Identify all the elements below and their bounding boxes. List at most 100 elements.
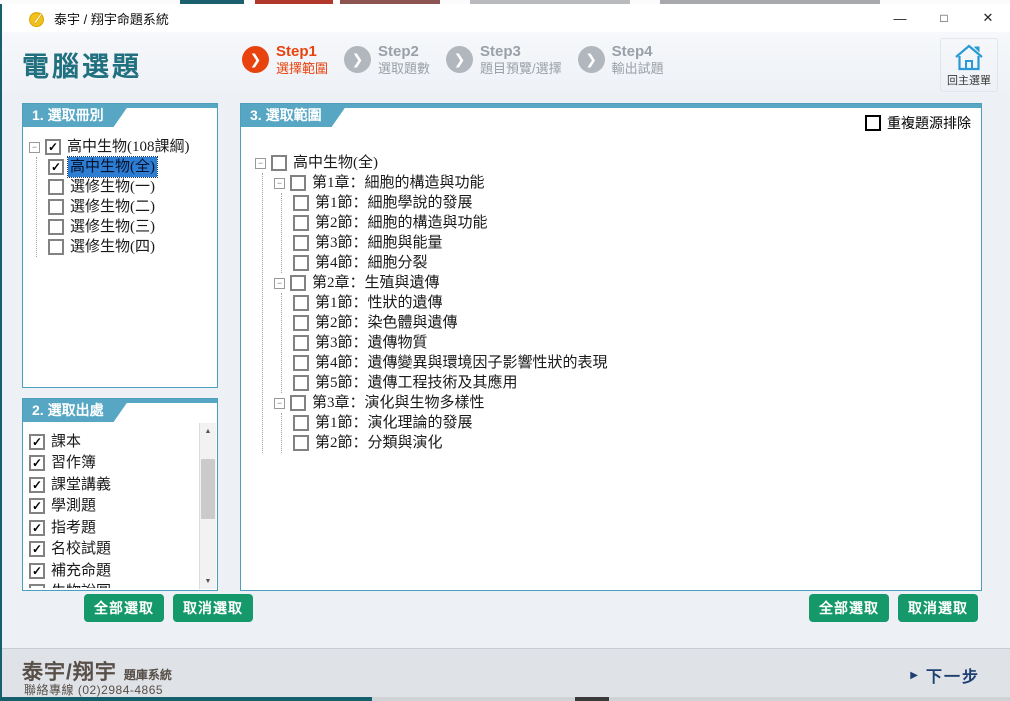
item-checkbox[interactable]: ✓ [29,520,45,536]
tree-item-label[interactable]: 第2節：染色體與遺傳 [313,313,460,333]
item-checkbox[interactable] [293,335,309,351]
item-checkbox[interactable] [293,375,309,391]
item-checkbox[interactable] [290,275,306,291]
scroll-thumb[interactable] [201,459,215,519]
tree-item-label[interactable]: 習作簿 [49,453,98,473]
item-checkbox[interactable]: ✓ [29,584,45,588]
close-button[interactable]: ✕ [966,4,1010,32]
step-step2[interactable]: ❯Step2選取題數 [344,43,430,77]
tree-item-label[interactable]: 選修生物(二) [68,197,157,217]
source-list: ✓課本✓習作簿✓課堂講義✓學測題✓指考題✓名校試題✓補充命題✓生物說圖 [23,422,217,588]
next-label: 下一步 [926,663,980,687]
dedupe-option: 重複題源排除 [865,113,971,133]
step-step3[interactable]: ❯Step3題目預覽/選擇 [446,43,562,77]
item-checkbox[interactable] [48,239,64,255]
next-step-button[interactable]: ▶ 下一步 [910,663,980,687]
item-checkbox[interactable]: ✓ [29,498,45,514]
home-button[interactable]: 回主選單 [940,38,998,92]
tree-item-label[interactable]: 補充命題 [49,561,113,581]
select-all-sources-button[interactable]: 全部選取 [84,594,164,622]
tree-item-label[interactable]: 指考題 [49,518,98,538]
collapse-toggle-icon[interactable]: − [255,158,266,169]
scroll-down-arrow[interactable]: ▼ [200,573,216,589]
tree-item-label[interactable]: 第2節：細胞的構造與功能 [313,213,490,233]
tree-row: ✓學測題 [29,496,197,518]
minimize-button[interactable]: — [878,4,922,32]
item-checkbox[interactable] [293,235,309,251]
item-checkbox[interactable]: ✓ [29,563,45,579]
tree-item-label[interactable]: 第3節：細胞與能量 [313,233,445,253]
tree-item-label[interactable]: 選修生物(一) [68,177,157,197]
item-checkbox[interactable] [293,295,309,311]
item-checkbox[interactable]: ✓ [29,455,45,471]
tree-item-label[interactable]: 第1節：演化理論的發展 [313,413,475,433]
tree-item-label[interactable]: 高中生物(全) [68,157,157,177]
item-checkbox[interactable] [290,395,306,411]
collapse-toggle-icon[interactable]: − [29,142,40,153]
tree-item-label[interactable]: 高中生物(全) [291,153,380,173]
item-checkbox[interactable] [271,155,287,171]
step-step4[interactable]: ❯Step4輸出試題 [578,43,664,77]
scroll-up-arrow[interactable]: ▲ [200,423,216,439]
panel2-header: 2. 選取出處 [23,399,217,422]
select-all-scope-button[interactable]: 全部選取 [809,594,889,622]
scrollbar[interactable]: ▲ ▼ [199,423,216,589]
tree-item-label[interactable]: 第2節：分類與演化 [313,433,445,453]
step-name: Step3 [480,43,562,61]
tree-item-label[interactable]: 選修生物(四) [68,237,157,257]
deselect-all-scope-button[interactable]: 取消選取 [898,594,978,622]
tree-item-label[interactable]: 第4節：遺傳變異與環境因子影響性狀的表現 [313,353,610,373]
tree-item-label[interactable]: 第4節：細胞分裂 [313,253,430,273]
panel-source-select: 2. 選取出處 ✓課本✓習作簿✓課堂講義✓學測題✓指考題✓名校試題✓補充命題✓生… [22,398,218,591]
tree-item-label[interactable]: 名校試題 [49,539,113,559]
item-checkbox[interactable]: ✓ [48,159,64,175]
item-checkbox[interactable]: ✓ [29,434,45,450]
tree-item-label[interactable]: 第5節：遺傳工程技術及其應用 [313,373,520,393]
item-checkbox[interactable]: ✓ [45,139,61,155]
tree-item-label[interactable]: 選修生物(三) [68,217,157,237]
tree-row: ✓課本 [29,431,197,453]
tree-item-label[interactable]: 高中生物(108課綱) [65,137,192,157]
tree-item-label[interactable]: 第3節：遺傳物質 [313,333,430,353]
tree-item-label[interactable]: 第1節：性狀的遺傳 [313,293,445,313]
item-checkbox[interactable]: ✓ [29,477,45,493]
tree-item-label[interactable]: 第3章：演化與生物多樣性 [310,393,487,413]
step-step1[interactable]: ❯Step1選擇範圍 [242,43,328,77]
item-checkbox[interactable] [293,355,309,371]
item-checkbox[interactable] [293,435,309,451]
tree-item-label[interactable]: 生物說圖 [49,582,113,588]
maximize-button[interactable]: □ [922,4,966,32]
item-checkbox[interactable] [48,219,64,235]
brand-suffix: 題庫系統 [124,668,172,682]
step-name: Step4 [612,43,664,61]
item-checkbox[interactable] [48,199,64,215]
collapse-toggle-icon[interactable]: − [274,278,285,289]
collapse-toggle-icon[interactable]: − [274,178,285,189]
tree-row: 第3節：遺傳物質 [293,333,977,353]
item-checkbox[interactable] [293,255,309,271]
collapse-toggle-icon[interactable]: − [274,398,285,409]
deselect-all-sources-button[interactable]: 取消選取 [173,594,253,622]
tree-row: − 第3章：演化與生物多樣性 [274,393,977,413]
item-checkbox[interactable] [48,179,64,195]
tree-item-label[interactable]: 第2章：生殖與遺傳 [310,273,442,293]
item-checkbox[interactable] [293,195,309,211]
window-left-border [0,4,2,697]
source-buttons: 全部選取 取消選取 [84,594,253,622]
item-checkbox[interactable] [290,175,306,191]
step-text: Step1選擇範圍 [276,43,328,77]
step-name: Step2 [378,43,430,61]
item-checkbox[interactable] [293,315,309,331]
tree-item-label[interactable]: 學測題 [49,496,98,516]
item-checkbox[interactable]: ✓ [29,541,45,557]
tree-item-label[interactable]: 課本 [49,432,83,452]
dedupe-checkbox[interactable] [865,115,881,131]
home-icon [953,43,985,71]
tree-item-label[interactable]: 課堂講義 [49,475,113,495]
tree-item-label[interactable]: 第1節：細胞學說的發展 [313,193,475,213]
item-checkbox[interactable] [293,215,309,231]
tree-row: ✓名校試題 [29,539,197,561]
tree-item-label[interactable]: 第1章：細胞的構造與功能 [310,173,487,193]
item-checkbox[interactable] [293,415,309,431]
steps: ❯Step1選擇範圍 ❯Step2選取題數 ❯Step3題目預覽/選擇 ❯Step4輸… [242,43,664,77]
